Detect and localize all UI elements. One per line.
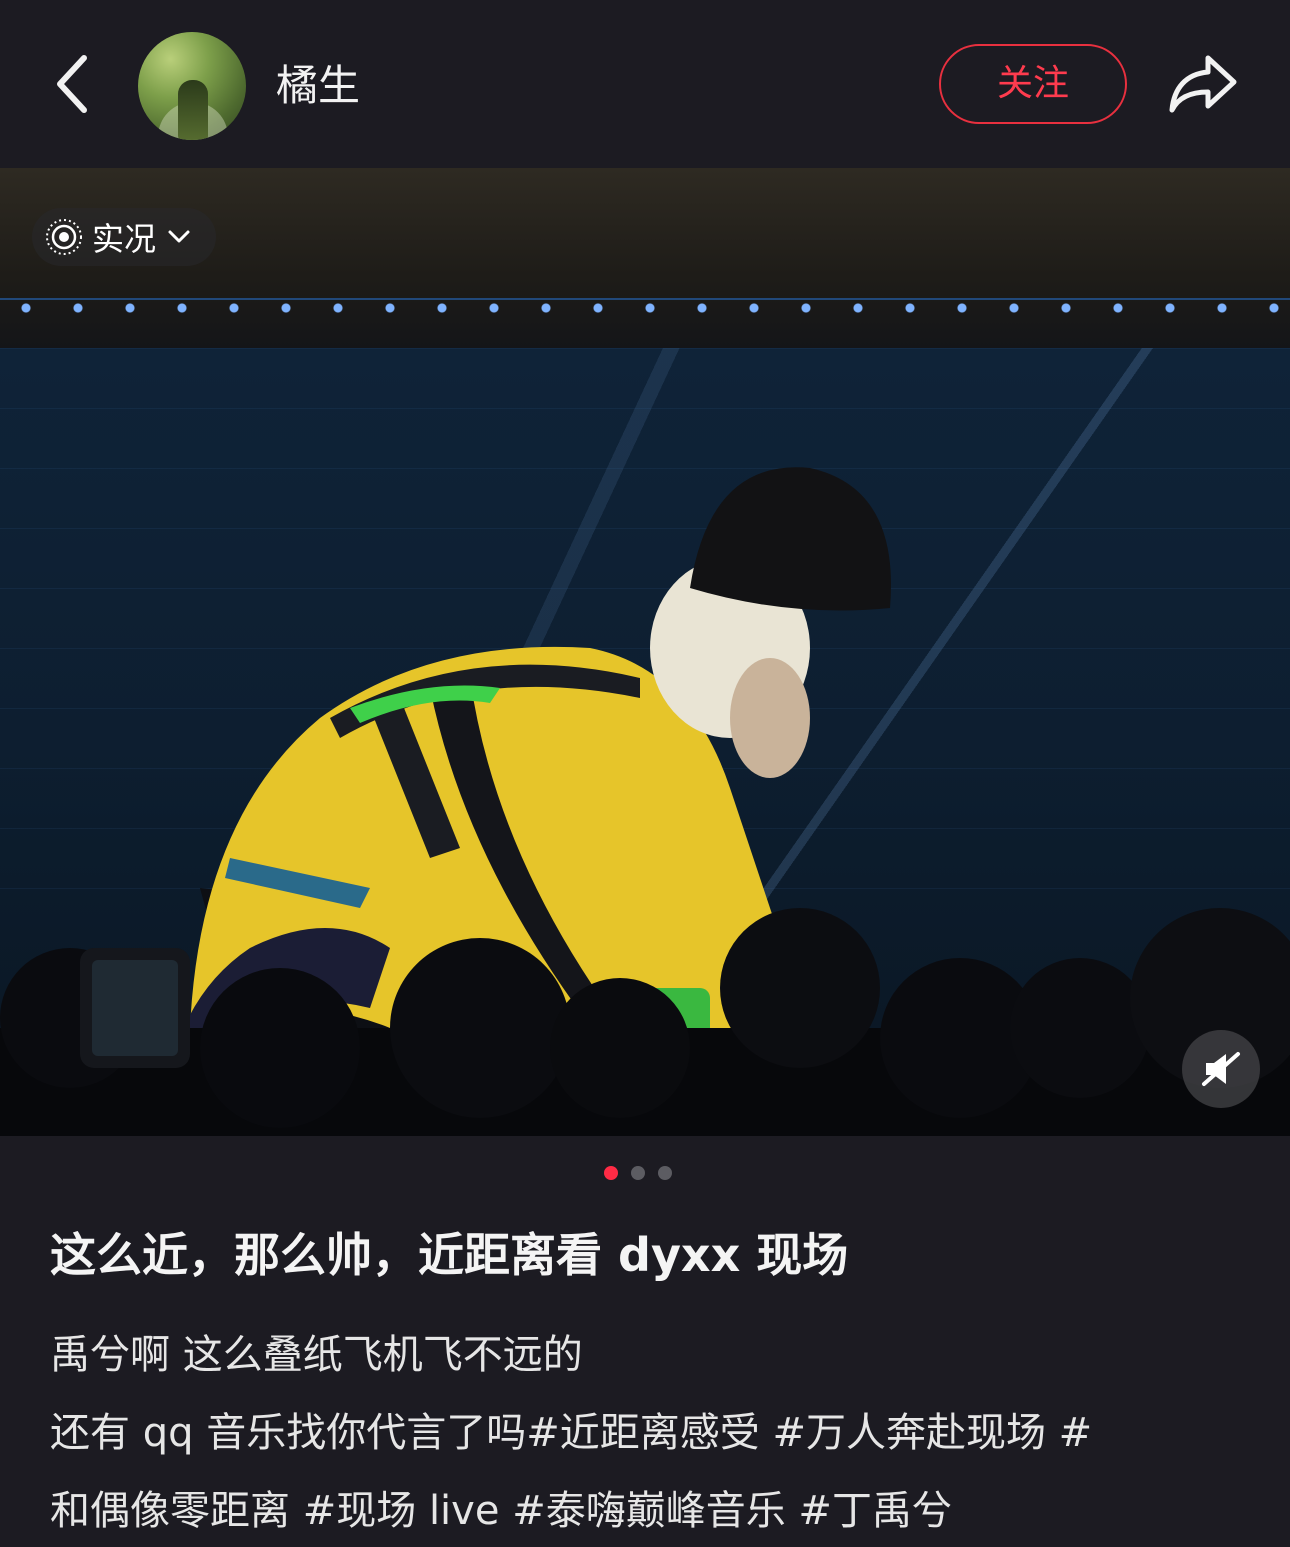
live-photo-icon	[46, 219, 82, 255]
description-line: 还有 qq 音乐找你代言了吗#近距离感受 #万人奔赴现场 #	[50, 1410, 1093, 1456]
image-pagination	[604, 1166, 672, 1182]
post-image[interactable]: 实况	[0, 168, 1290, 1136]
post-description: 禹兮啊 这么叠纸飞机飞不远的 还有 qq 音乐找你代言了吗#近距离感受 #万人奔…	[50, 1316, 1250, 1547]
page-dot-2[interactable]	[631, 1166, 645, 1180]
back-button[interactable]	[40, 44, 110, 124]
hashtag-link[interactable]: #丁禹兮	[798, 1488, 952, 1534]
hashtag-link[interactable]: #近距离感受	[526, 1410, 760, 1456]
avatar[interactable]	[138, 32, 246, 140]
follow-button[interactable]: 关注	[939, 44, 1127, 124]
hashtag-link[interactable]: #现场 live	[303, 1488, 500, 1534]
description-line: 禹兮啊 这么叠纸飞机飞不远的	[50, 1332, 583, 1378]
chevron-left-icon	[57, 55, 87, 113]
hashtag-link[interactable]: #泰嗨巅峰音乐	[512, 1488, 786, 1534]
description-text: 还有 qq 音乐找你代言了吗	[50, 1410, 527, 1456]
hashtag-link[interactable]: #万人奔赴现场	[772, 1410, 1046, 1456]
live-photo-toggle[interactable]: 实况	[32, 208, 217, 266]
avatar-figure	[178, 80, 208, 140]
stage-light-strip	[0, 298, 1290, 316]
post-title: 这么近，那么帅，近距离看 dyxx 现场	[50, 1228, 849, 1282]
share-button[interactable]	[1166, 50, 1240, 116]
share-arrow-icon	[1169, 55, 1237, 113]
hashtag-link[interactable]: 和偶像零距离	[50, 1488, 290, 1534]
page-dot-3[interactable]	[658, 1166, 672, 1180]
live-photo-label: 实况	[92, 220, 157, 258]
mute-button[interactable]	[1182, 1030, 1260, 1108]
username[interactable]: 橘生	[276, 56, 360, 116]
audience-silhouettes	[0, 908, 1290, 1136]
top-bar: 橘生 关注	[0, 0, 1290, 168]
speaker-muted-icon	[1202, 1052, 1240, 1086]
description-line: 和偶像零距离 #现场 live #泰嗨巅峰音乐 #丁禹兮	[50, 1472, 1250, 1547]
page-dot-1[interactable]	[604, 1166, 618, 1180]
chevron-down-icon	[168, 230, 190, 243]
